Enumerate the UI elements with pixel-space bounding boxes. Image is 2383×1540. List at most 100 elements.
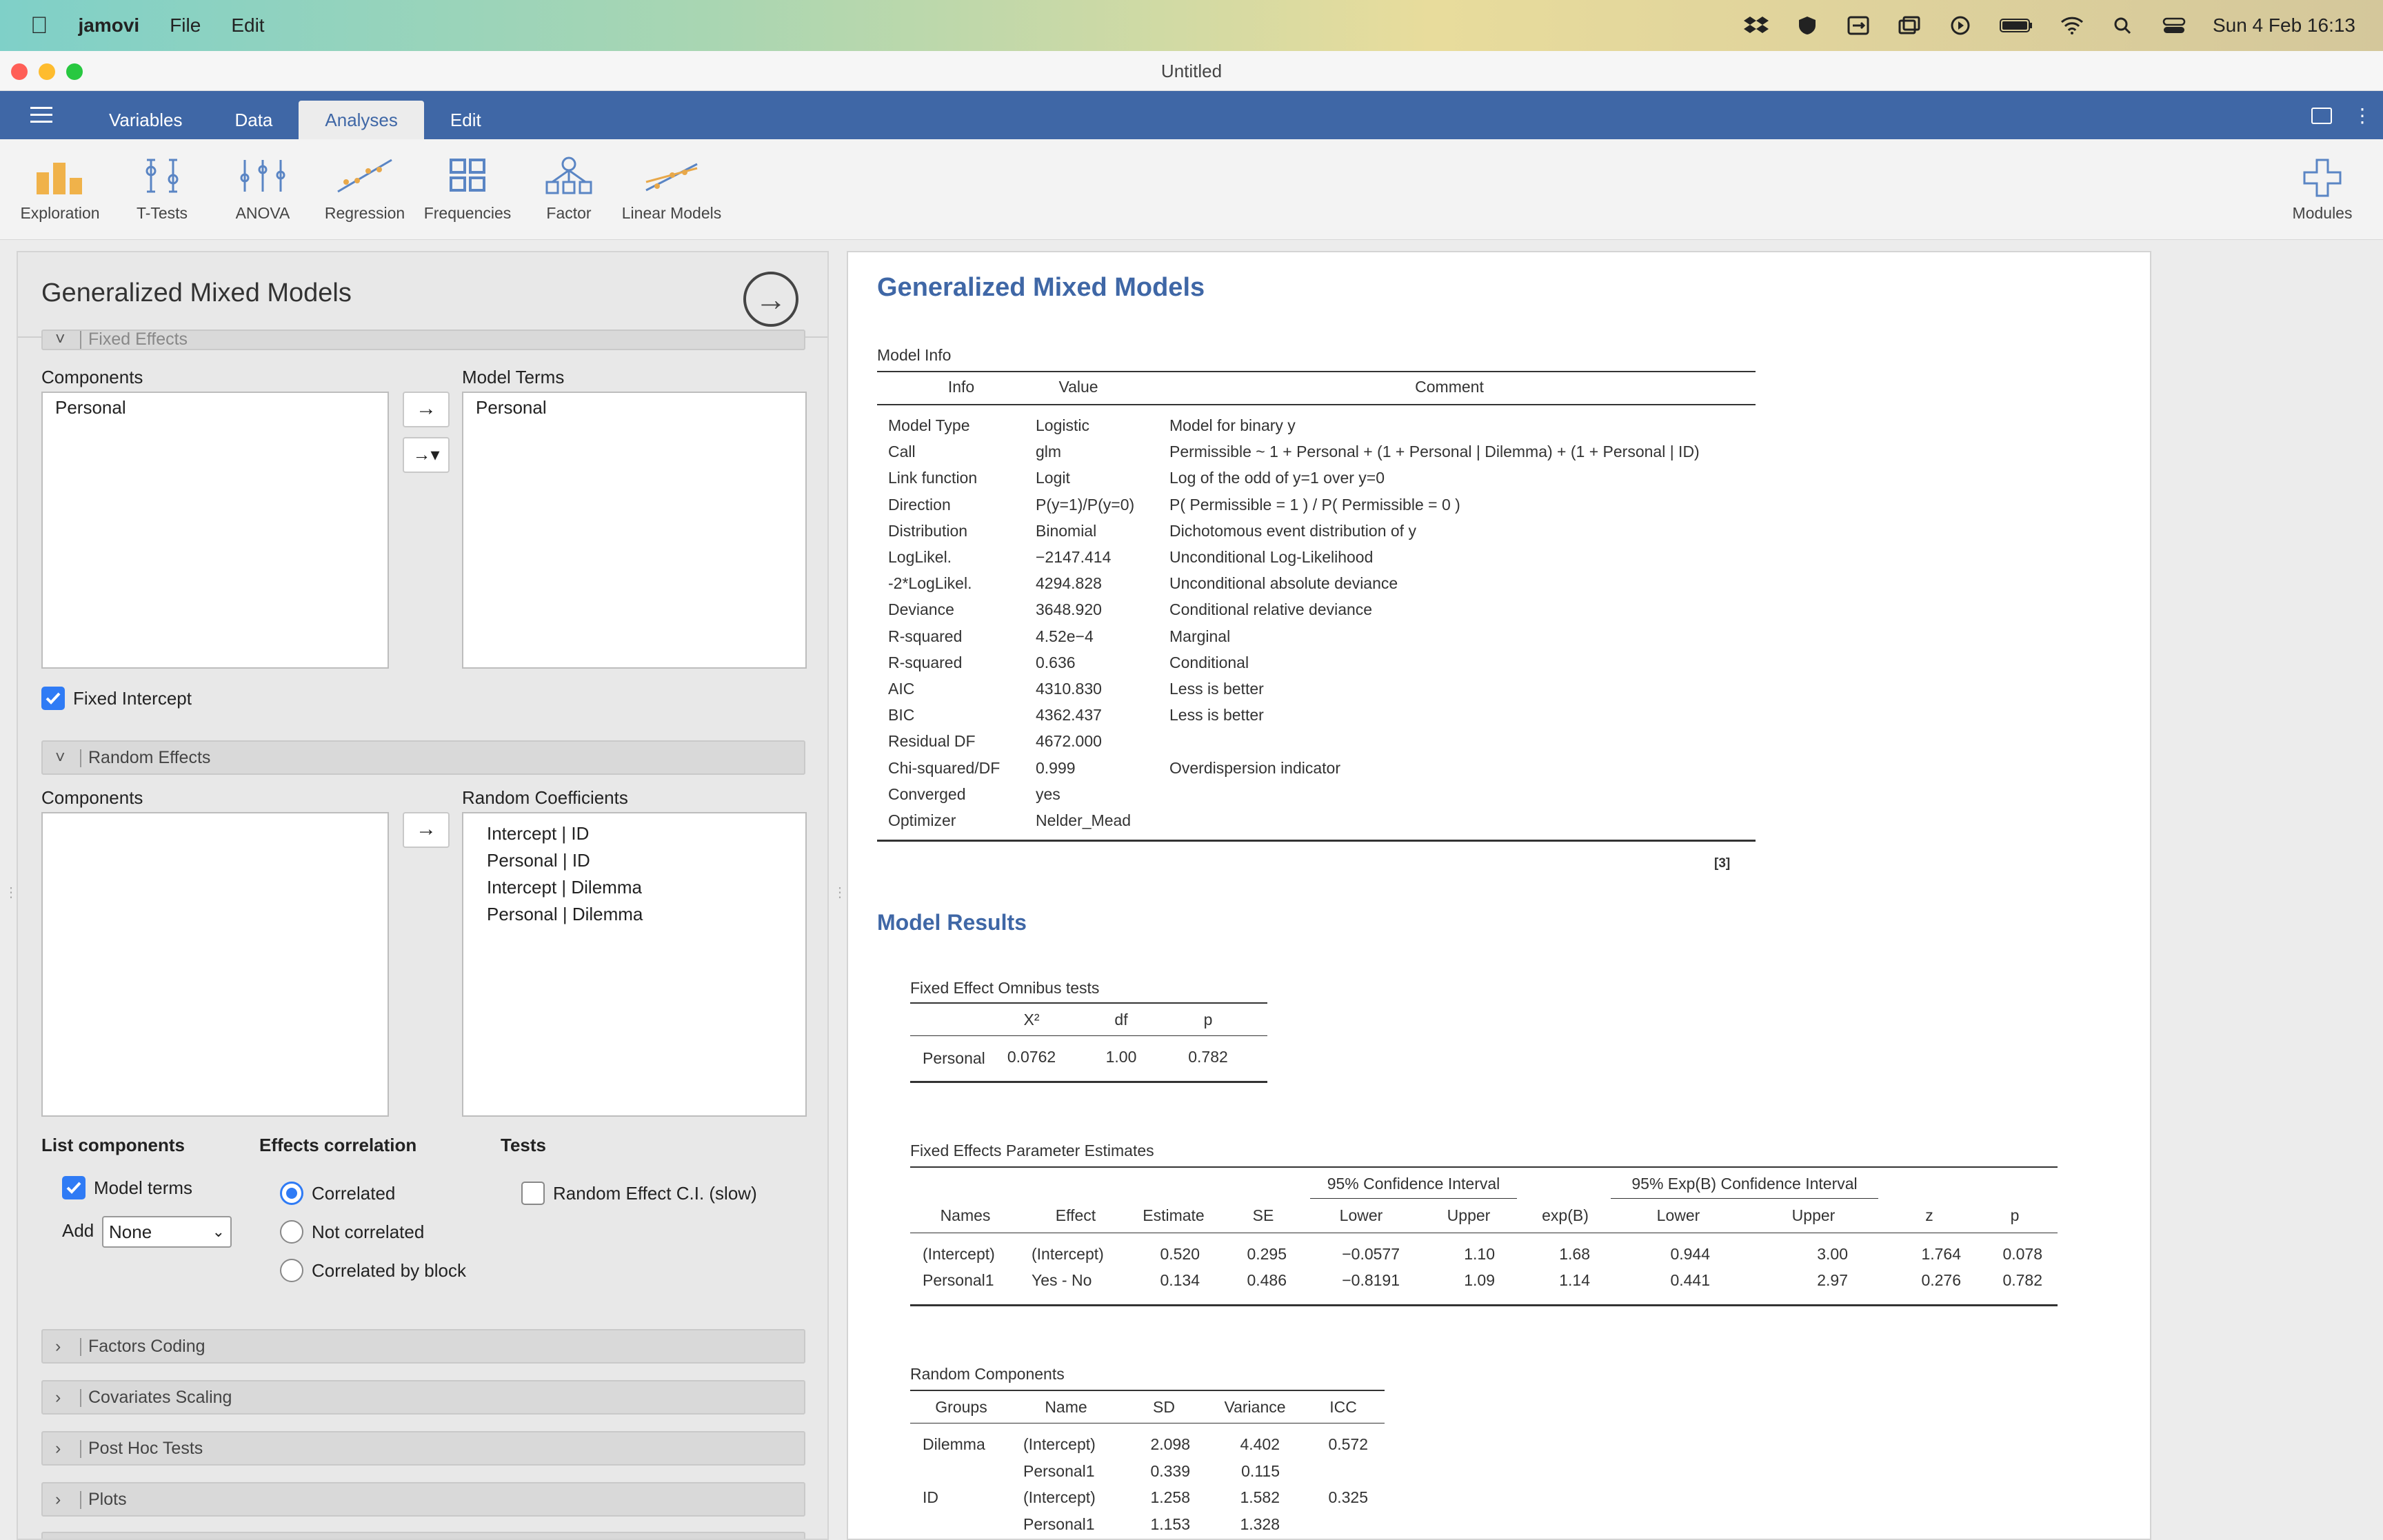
battery-icon[interactable] [1999, 15, 2033, 36]
section-post-hoc-tests[interactable]: › Post Hoc Tests [41, 1431, 805, 1466]
tab-edit[interactable]: Edit [424, 101, 507, 139]
list-item[interactable]: Personal [463, 393, 805, 423]
expci-group-header: 95% Exp(B) Confidence Interval [1631, 1175, 1858, 1193]
window-title: Untitled [1160, 61, 1223, 81]
col-header: Comment [1415, 378, 1484, 396]
table-rule [877, 371, 1756, 372]
tab-variables[interactable]: Variables [83, 101, 208, 139]
model-results-title: Model Results [877, 910, 1027, 935]
ribbon-exploration[interactable]: Exploration [15, 154, 105, 223]
table-cell: Distribution [888, 521, 968, 540]
play-icon[interactable] [1948, 15, 1973, 36]
list-item[interactable]: Personal [43, 393, 388, 423]
section-factors-coding[interactable]: › Factors Coding [41, 1329, 805, 1364]
list-item[interactable]: Personal | ID [463, 847, 805, 874]
table-cell: Model for binary y [1169, 416, 1296, 434]
tab-data[interactable]: Data [208, 101, 299, 139]
not-correlated-radio[interactable] [280, 1220, 303, 1244]
col-header: p [2010, 1206, 2020, 1224]
factor-icon [545, 156, 592, 194]
add-random-arrow-button[interactable]: → [403, 812, 450, 848]
list-item[interactable]: Intercept | ID [463, 820, 805, 847]
correlated-radio[interactable] [280, 1182, 303, 1205]
screen-share-icon[interactable] [1846, 15, 1871, 36]
correlated-by-block-radio[interactable] [280, 1259, 303, 1282]
ribbon-modules[interactable]: Modules [2282, 154, 2362, 223]
app-menu[interactable]: jamovi [79, 14, 140, 37]
section-fixed-effects[interactable]: ˅ Fixed Effects [41, 330, 805, 350]
table-cell: Overdispersion indicator [1169, 758, 1341, 777]
menu-edit[interactable]: Edit [231, 14, 264, 37]
apple-icon[interactable]:  [30, 12, 48, 39]
close-window-button[interactable] [11, 63, 28, 80]
model-terms-list[interactable]: Personal [462, 392, 807, 669]
random-components-list[interactable] [41, 812, 389, 1117]
wifi-icon[interactable] [2060, 15, 2084, 36]
more-options-icon[interactable]: ⋮ [2353, 106, 2372, 125]
table-cell: 0.441 [1670, 1271, 1710, 1289]
table-cell: 1.14 [1559, 1271, 1590, 1289]
table-cell: Marginal [1169, 627, 1231, 645]
section-more[interactable] [41, 1532, 805, 1539]
fixed-components-label: Components [41, 367, 143, 387]
table-cell: BIC [888, 706, 915, 725]
table-cell: Deviance [888, 600, 954, 619]
section-plots[interactable]: › Plots [41, 1482, 805, 1517]
table-rule [910, 1035, 1267, 1036]
toggle-panel-icon[interactable] [2311, 108, 2332, 124]
left-splitter-handle[interactable]: ⋮ [4, 886, 18, 900]
go-to-results-button[interactable]: → [743, 272, 798, 327]
table-cell: 0.0762 [1007, 1048, 1056, 1066]
fixed-intercept-checkbox[interactable] [41, 687, 65, 710]
empty-area [2151, 251, 2383, 1540]
ribbon-frequencies[interactable]: Frequencies [419, 154, 516, 223]
windows-icon[interactable] [1897, 15, 1922, 36]
table-cell: P(y=1)/P(y=0) [1036, 495, 1135, 514]
col-header: X² [1023, 1011, 1040, 1029]
ribbon-linear-models[interactable]: Linear Models [614, 154, 730, 223]
ribbon-t-tests[interactable]: T-Tests [119, 154, 205, 223]
add-select[interactable]: None ⌄ [102, 1216, 232, 1248]
add-interaction-arrow-button[interactable]: →▾ [403, 437, 450, 473]
control-center-icon[interactable] [2162, 15, 2186, 36]
fixed-intercept-label: Fixed Intercept [73, 688, 192, 709]
table-cell: Yes - No [1032, 1271, 1092, 1289]
table-cell: Dilemma [923, 1435, 985, 1453]
ribbon-anova[interactable]: ANOVA [219, 154, 306, 223]
search-icon[interactable] [2111, 15, 2135, 36]
table-cell: Logistic [1036, 416, 1089, 434]
table-cell: Permissible ~ 1 + Personal + (1 + Person… [1169, 443, 1700, 461]
menu-file[interactable]: File [170, 14, 201, 37]
table-cell: 1.68 [1559, 1245, 1590, 1263]
list-item[interactable]: Intercept | Dilemma [463, 874, 805, 901]
tab-analyses[interactable]: Analyses [299, 101, 424, 139]
frequencies-icon [450, 159, 485, 192]
zoom-window-button[interactable] [66, 63, 83, 80]
random-effect-ci-checkbox[interactable] [521, 1182, 545, 1205]
table-cell: Optimizer [888, 811, 956, 829]
table-cell: Dichotomous event distribution of y [1169, 521, 1416, 540]
shield-icon[interactable] [1795, 15, 1820, 36]
add-term-arrow-button[interactable]: → [403, 392, 450, 427]
hamburger-menu-icon[interactable] [0, 91, 83, 139]
clock[interactable]: Sun 4 Feb 16:13 [2213, 14, 2355, 37]
correlated-label: Correlated [312, 1183, 396, 1204]
list-item[interactable]: Personal | Dilemma [463, 901, 805, 928]
section-covariates-scaling[interactable]: › Covariates Scaling [41, 1380, 805, 1415]
ribbon-factor[interactable]: Factor [525, 154, 612, 223]
random-coefficients-label: Random Coefficients [462, 787, 628, 808]
table-cell: Link function [888, 469, 978, 487]
minimize-window-button[interactable] [39, 63, 55, 80]
middle-splitter-handle[interactable]: ⋮ [833, 886, 847, 900]
ribbon-regression[interactable]: Regression [319, 154, 411, 223]
fixed-components-list[interactable]: Personal [41, 392, 389, 669]
table-cell: 1.00 [1105, 1048, 1137, 1066]
mac-menubar:  jamovi File Edit Sun 4 Feb 16:13 [0, 0, 2383, 51]
section-random-effects[interactable]: ˅ Random Effects [41, 740, 805, 775]
not-correlated-label: Not correlated [312, 1222, 425, 1242]
dropbox-icon[interactable] [1743, 15, 1769, 36]
model-terms-option-label: Model terms [94, 1177, 193, 1198]
main-nav: Variables Data Analyses Edit ⋮ [0, 91, 2383, 139]
model-terms-checkbox[interactable] [62, 1176, 86, 1199]
random-coefficients-list[interactable]: Intercept | ID Personal | ID Intercept |… [462, 812, 807, 1117]
